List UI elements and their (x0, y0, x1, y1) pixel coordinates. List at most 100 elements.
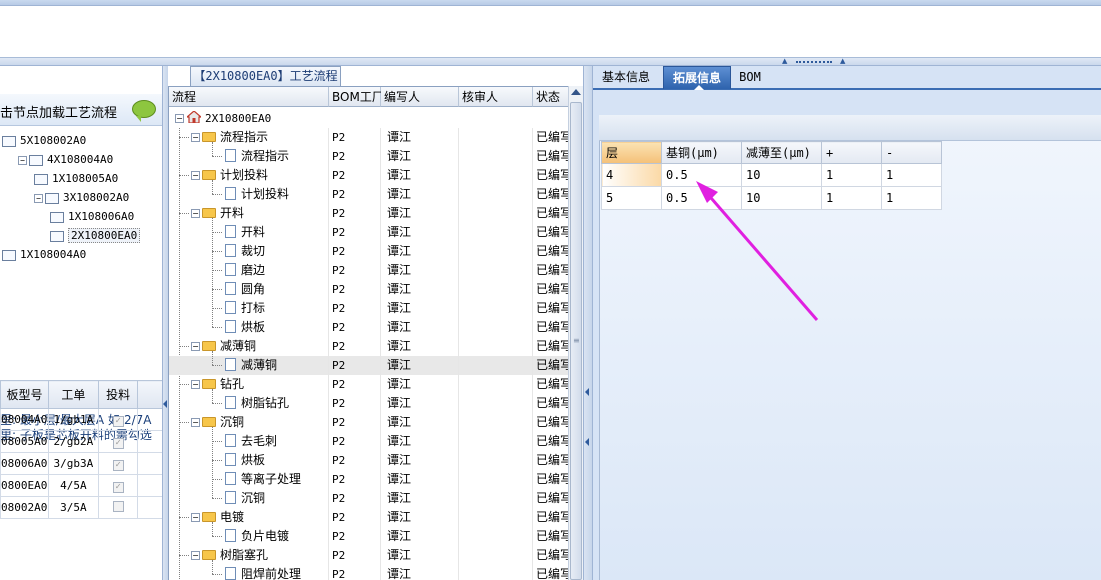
status-cell[interactable]: 已编写 (533, 166, 568, 185)
reviewer-cell[interactable] (459, 128, 533, 147)
table-row[interactable]: 阻焊前处理 P2谭江 已编写 (169, 565, 568, 580)
status-cell[interactable]: 已编写 (533, 489, 568, 508)
tab-basic-info[interactable]: 基本信息 (595, 66, 657, 89)
board-cell[interactable]: 0800EA0 (0, 474, 49, 497)
writer-cell[interactable]: 谭江 (381, 166, 459, 185)
status-cell[interactable]: 已编写 (533, 508, 568, 527)
bom-factory-cell[interactable]: P2 (329, 128, 381, 147)
tree-collapse-icon[interactable]: − (191, 513, 200, 522)
bom-factory-cell[interactable]: P2 (329, 375, 381, 394)
layer-cell[interactable]: 4 (601, 163, 662, 187)
col-layer[interactable]: 层 (601, 141, 662, 164)
bom-factory-cell[interactable]: P2 (329, 451, 381, 470)
reviewer-cell[interactable] (459, 508, 533, 527)
table-row[interactable]: 08006A0 3/gb3A ✓ (0, 452, 168, 475)
bom-factory-cell[interactable]: P2 (329, 204, 381, 223)
tree-collapse-icon[interactable]: − (191, 171, 200, 180)
left-collapse-icon[interactable] (163, 400, 167, 408)
bom-factory-cell[interactable]: P2 (329, 261, 381, 280)
table-row[interactable]: 树脂钻孔 P2谭江 已编写 (169, 394, 568, 413)
reviewer-cell[interactable] (459, 147, 533, 166)
feed-checkbox[interactable]: ✓ (112, 415, 124, 427)
status-cell[interactable]: 已编写 (533, 470, 568, 489)
status-cell[interactable]: 已编写 (533, 147, 568, 166)
bom-factory-cell[interactable]: P2 (329, 470, 381, 489)
order-cell[interactable]: 2/gb2A (47, 430, 99, 453)
bom-factory-cell[interactable]: P2 (329, 185, 381, 204)
table-row[interactable]: 08004A0 1/gb1A ✓ (0, 408, 168, 431)
minus-cell[interactable]: 1 (881, 186, 942, 210)
process-scrollbar[interactable]: ≡ (568, 86, 583, 580)
tree-collapse-icon[interactable]: − (191, 209, 200, 218)
feed-checkbox[interactable]: ✓ (112, 481, 124, 493)
splitter-collapse-icon[interactable]: ▲ (782, 58, 788, 65)
status-cell[interactable]: 已编写 (533, 432, 568, 451)
writer-cell[interactable]: 谭江 (381, 280, 459, 299)
middle-collapse-icon[interactable] (585, 388, 589, 396)
reviewer-cell[interactable] (459, 337, 533, 356)
process-root-row[interactable]: − 2X10800EA0 (169, 109, 568, 128)
status-cell[interactable]: 已编写 (533, 413, 568, 432)
tree-collapse-icon[interactable]: − (191, 133, 200, 142)
table-row[interactable]: 开料 P2谭江 已编写 (169, 223, 568, 242)
col-base-copper[interactable]: 基铜(μm) (661, 141, 742, 164)
splitter-expand-icon[interactable]: ▲ (840, 58, 846, 65)
writer-cell[interactable]: 谭江 (381, 223, 459, 242)
bom-factory-cell[interactable]: P2 (329, 508, 381, 527)
middle-collapse-icon[interactable] (585, 438, 589, 446)
status-cell[interactable]: 已编写 (533, 337, 568, 356)
reviewer-cell[interactable] (459, 261, 533, 280)
order-cell[interactable]: 3/5A (47, 496, 99, 519)
writer-cell[interactable]: 谭江 (381, 413, 459, 432)
minus-cell[interactable]: 1 (881, 163, 942, 187)
writer-cell[interactable]: 谭江 (381, 375, 459, 394)
reviewer-cell[interactable] (459, 565, 533, 580)
tab-bom[interactable]: BOM (735, 66, 765, 89)
table-row[interactable]: − 钻孔 P2谭江 已编写 (169, 375, 568, 394)
writer-cell[interactable]: 谭江 (381, 508, 459, 527)
col-order[interactable]: 工单 (47, 380, 99, 409)
reviewer-cell[interactable] (459, 204, 533, 223)
feed-checkbox[interactable]: ✓ (112, 459, 124, 471)
writer-cell[interactable]: 谭江 (381, 185, 459, 204)
status-cell[interactable]: 已编写 (533, 356, 568, 375)
bom-factory-cell[interactable]: P2 (329, 280, 381, 299)
order-cell[interactable]: 3/gb3A (47, 452, 99, 475)
scrollbar-thumb[interactable]: ≡ (570, 102, 582, 580)
order-cell[interactable]: 1/gb1A (47, 408, 99, 431)
tab-extended-info[interactable]: 拓展信息 (663, 66, 731, 90)
bom-factory-cell[interactable]: P2 (329, 527, 381, 546)
col-reviewer[interactable]: 核审人 (459, 87, 533, 107)
col-process[interactable]: 流程 (169, 87, 329, 107)
bom-factory-cell[interactable]: P2 (329, 489, 381, 508)
bom-factory-cell[interactable]: P2 (329, 318, 381, 337)
tree-collapse-icon[interactable]: − (34, 193, 43, 203)
reviewer-cell[interactable] (459, 356, 533, 375)
reviewer-cell[interactable] (459, 166, 533, 185)
status-cell[interactable]: 已编写 (533, 128, 568, 147)
writer-cell[interactable]: 谭江 (381, 546, 459, 565)
col-writer[interactable]: 编写人 (381, 87, 459, 107)
bom-factory-cell[interactable]: P2 (329, 147, 381, 166)
writer-cell[interactable]: 谭江 (381, 432, 459, 451)
table-row[interactable]: − 树脂塞孔 P2谭江 已编写 (169, 546, 568, 565)
status-cell[interactable]: 已编写 (533, 242, 568, 261)
writer-cell[interactable]: 谭江 (381, 527, 459, 546)
col-board-type[interactable]: 板型号 (0, 380, 49, 409)
table-row[interactable]: − 开料 P2谭江 已编写 (169, 204, 568, 223)
table-row[interactable]: 圆角 P2谭江 已编写 (169, 280, 568, 299)
tree-collapse-icon[interactable]: − (18, 155, 27, 165)
writer-cell[interactable]: 谭江 (381, 337, 459, 356)
table-row[interactable]: − 减薄铜 P2谭江 已编写 (169, 337, 568, 356)
writer-cell[interactable]: 谭江 (381, 299, 459, 318)
reviewer-cell[interactable] (459, 280, 533, 299)
reviewer-cell[interactable] (459, 546, 533, 565)
bom-factory-cell[interactable]: P2 (329, 413, 381, 432)
bom-factory-cell[interactable]: P2 (329, 242, 381, 261)
table-row[interactable]: − 计划投料 P2谭江 已编写 (169, 166, 568, 185)
bom-factory-cell[interactable]: P2 (329, 432, 381, 451)
table-row[interactable]: − 流程指示 P2谭江 已编写 (169, 128, 568, 147)
horizontal-splitter[interactable]: ▲ ▲ (0, 58, 1101, 66)
bom-factory-cell[interactable]: P2 (329, 546, 381, 565)
reviewer-cell[interactable] (459, 527, 533, 546)
